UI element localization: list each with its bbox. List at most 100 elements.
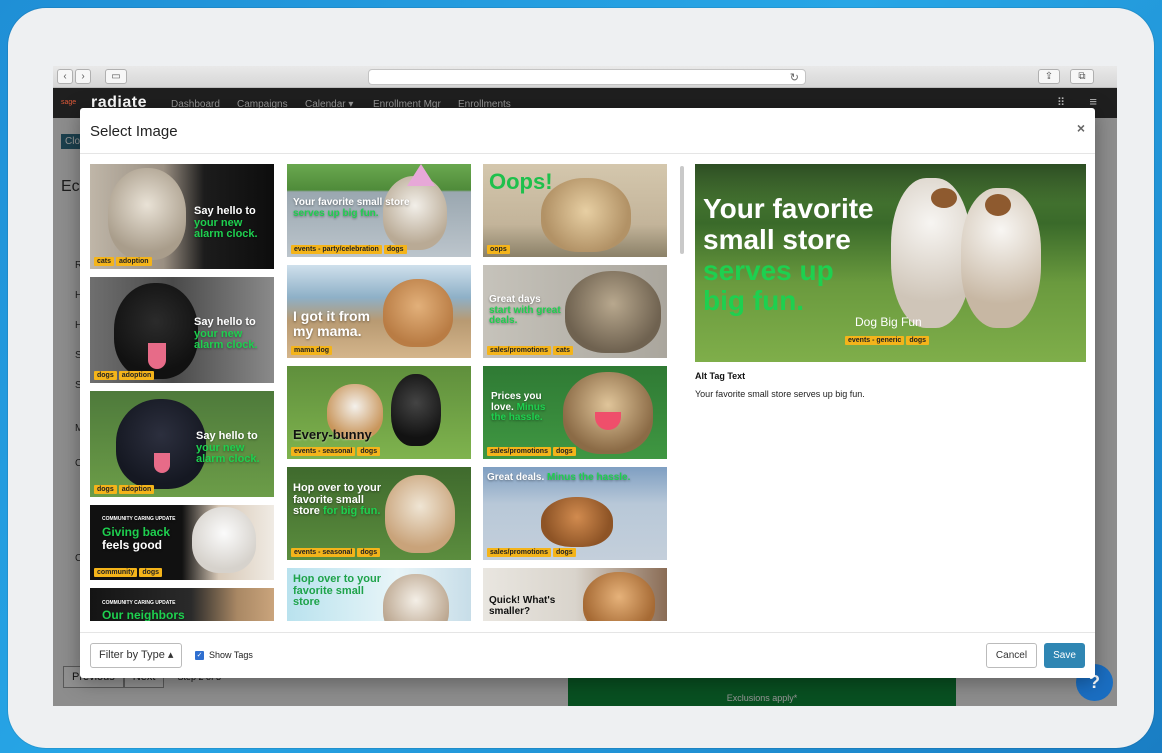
tag: adoption <box>116 257 152 266</box>
tag: events - seasonal <box>291 548 356 557</box>
gallery-column: Your favorite small store serves up big f… <box>287 164 471 621</box>
pitbull-illustration <box>116 399 206 489</box>
alt-tag-label: Alt Tag Text <box>695 371 746 381</box>
tag: community <box>94 568 138 577</box>
preview-caption-green: serves up big fun. <box>703 254 834 317</box>
modal-title: Select Image <box>90 123 178 140</box>
tag: dogs <box>139 568 163 577</box>
image-thumb-dog-alarm[interactable]: Say hello to your new alarm clock. dogs ad… <box>90 277 274 383</box>
image-thumb-great-days[interactable]: Great days start with great deals. sales/… <box>483 265 667 358</box>
thumb-caption-green: your new alarm clock. <box>194 327 258 352</box>
image-thumb-our-neighbors[interactable]: COMMUNITY CARING UPDATE Our neighbors <box>90 588 274 621</box>
tag: mama dog <box>291 346 333 355</box>
thumb-caption-dark: Every-bunny <box>293 427 372 442</box>
thumb-caption-green: Our neighbors <box>102 608 185 621</box>
address-bar[interactable]: ↻ <box>368 69 806 85</box>
tag: cats <box>552 346 573 355</box>
dog-on-bed-illustration <box>541 497 613 547</box>
image-thumb-prices-you-love[interactable]: Prices you love. Minus the hassle. sales… <box>483 366 667 459</box>
tag: sales/promotions <box>487 548 551 557</box>
image-thumb-giving-back[interactable]: COMMUNITY CARING UPDATE Giving back feels… <box>90 505 274 580</box>
cancel-button[interactable]: Cancel <box>986 643 1037 668</box>
thumb-eyebrow: COMMUNITY CARING UPDATE <box>102 516 176 522</box>
tag: sales/promotions <box>487 447 551 456</box>
thumb-caption: Say hello to <box>194 205 256 217</box>
tabs-icon[interactable]: ⧉ <box>1070 69 1094 84</box>
image-thumb-oops[interactable]: Oops! oops <box>483 164 667 257</box>
bunny-illustration <box>391 374 441 446</box>
checkbox-checked-icon[interactable]: ✓ <box>195 650 204 660</box>
thumb-caption-green: start with great deals. <box>489 304 561 326</box>
preview-caption: Your favorite small store <box>703 193 874 255</box>
thumb-caption-green: Minus the hassle. <box>547 472 631 483</box>
show-tags-toggle[interactable]: ✓ Show Tags <box>195 650 253 660</box>
image-thumb-party-dog[interactable]: Your favorite small store serves up big f… <box>287 164 471 257</box>
tag: dogs <box>552 447 576 456</box>
tag: dogs <box>357 447 381 456</box>
hamster-illustration <box>583 572 655 621</box>
back-icon[interactable]: ‹ <box>57 69 73 84</box>
close-icon[interactable]: × <box>1077 120 1085 136</box>
corgi-illustration <box>383 279 453 347</box>
tag: events - generic <box>845 336 905 345</box>
image-thumb-pitbull-alarm[interactable]: Say hello to your new alarm clock. dogs ad… <box>90 391 274 497</box>
thumb-caption-green: serves up big fun. <box>293 207 379 219</box>
tag: adoption <box>118 485 155 494</box>
thumb-caption: I got it from my mama. <box>293 308 370 339</box>
gallery-column: Oops! oops Great days start with great de… <box>483 164 667 621</box>
browser-toolbar: ‹ › ▭ ↻ ⇪ ⧉ <box>53 66 1117 88</box>
save-button[interactable]: Save <box>1044 643 1085 668</box>
thumb-caption-green: your new alarm clock. <box>194 216 258 241</box>
image-preview: Your favorite small store serves up big f… <box>695 164 1086 362</box>
sidebar-icon[interactable]: ▭ <box>105 69 127 84</box>
brand-prefix: sage <box>61 99 77 106</box>
forward-icon[interactable]: › <box>75 69 91 84</box>
thumb-caption-green: for big fun. <box>322 505 381 518</box>
modal-header: Select Image × <box>80 108 1095 154</box>
tag: dogs <box>357 548 381 557</box>
tag: dogs <box>383 245 407 254</box>
thumb-caption: Great days <box>489 294 541 305</box>
image-thumb-every-bunny[interactable]: Every-bunny events - seasonal dogs <box>287 366 471 459</box>
show-tags-label: Show Tags <box>209 650 253 660</box>
share-icon[interactable]: ⇪ <box>1038 69 1060 84</box>
image-thumb-great-deals[interactable]: Great deals. Minus the hassle. sales/pro… <box>483 467 667 560</box>
reload-icon[interactable]: ↻ <box>790 71 799 84</box>
image-gallery: Say hello to your new alarm clock. cats ad… <box>90 164 680 621</box>
gallery-scrollbar[interactable] <box>680 166 684 254</box>
thumb-caption: feels good <box>102 537 163 552</box>
thumb-caption-dark: Quick! What's smaller? <box>489 595 556 617</box>
cat-illustration <box>108 168 186 260</box>
image-thumb-mama-dog[interactable]: I got it from my mama. mama dog <box>287 265 471 358</box>
alt-tag-text[interactable]: Your favorite small store serves up big … <box>695 389 865 399</box>
thumb-caption: Say hello to <box>194 316 256 328</box>
dog-tongue <box>154 453 170 473</box>
gallery-column: Say hello to your new alarm clock. cats ad… <box>90 164 274 621</box>
dog-tongue <box>148 343 166 369</box>
thumb-eyebrow: COMMUNITY CARING UPDATE <box>102 600 176 606</box>
modal-footer: Filter by Type ▴ ✓ Show Tags Cancel Save <box>80 632 1095 678</box>
thumb-caption: Your favorite small store <box>293 197 410 208</box>
menu-icon[interactable]: ≡ <box>1089 94 1097 109</box>
tag: events - party/celebration <box>291 245 382 254</box>
tag: dogs <box>94 485 117 494</box>
thumb-caption: Say hello to <box>196 430 258 442</box>
pug-illustration <box>541 178 631 252</box>
thumb-caption-green: Oops! <box>489 169 553 194</box>
tag: adoption <box>118 371 155 380</box>
thumb-caption: Hop over to your favorite small store <box>293 573 382 609</box>
image-thumb-cat-alarm[interactable]: Say hello to your new alarm clock. cats ad… <box>90 164 274 269</box>
tag: dogs <box>94 371 117 380</box>
white-dog-illustration <box>192 507 256 573</box>
image-thumb-quick-smaller[interactable]: Quick! What's smaller? <box>483 568 667 621</box>
party-hat-icon <box>407 164 435 186</box>
tag: dogs <box>552 548 576 557</box>
tag: events - seasonal <box>291 447 356 456</box>
tag: oops <box>487 245 510 254</box>
image-thumb-hop-over[interactable]: Hop over to your favorite small store fo… <box>287 467 471 560</box>
bunny-ears-dog-illustration <box>385 475 455 553</box>
tag: dogs <box>906 336 930 345</box>
thumb-caption: Great deals. <box>487 472 545 483</box>
filter-by-type-button[interactable]: Filter by Type ▴ <box>90 643 183 668</box>
image-thumb-hop-over-2[interactable]: Hop over to your favorite small store <box>287 568 471 621</box>
